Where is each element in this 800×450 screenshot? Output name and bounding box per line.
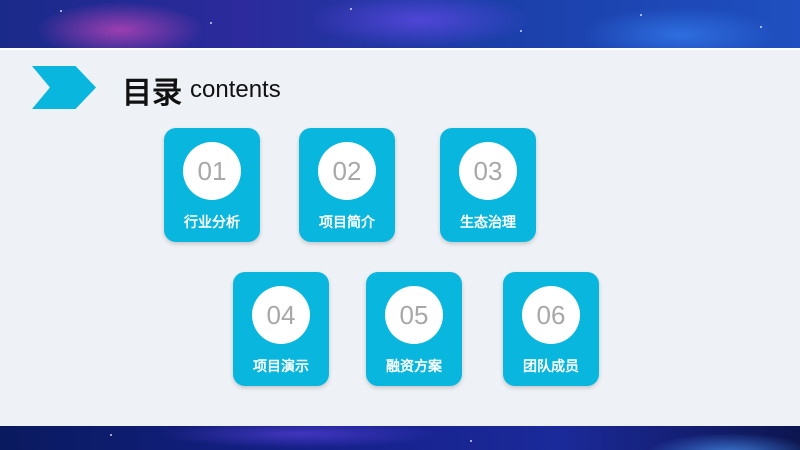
toc-card-06[interactable]: 06 团队成员: [503, 272, 599, 386]
star-decoration: [350, 8, 352, 10]
star-decoration: [760, 26, 762, 28]
toc-number: 06: [522, 286, 580, 344]
toc-number: 05: [385, 286, 443, 344]
toc-number: 02: [318, 142, 376, 200]
star-decoration: [110, 434, 112, 436]
toc-label: 项目简介: [319, 215, 375, 231]
toc-card-04[interactable]: 04 项目演示: [233, 272, 329, 386]
toc-label: 生态治理: [460, 215, 516, 231]
star-decoration: [520, 30, 522, 32]
toc-number: 04: [252, 286, 310, 344]
toc-label: 团队成员: [523, 359, 579, 375]
space-banner-top: [0, 0, 800, 48]
star-decoration: [210, 22, 212, 24]
toc-label: 行业分析: [184, 215, 240, 231]
toc-card-02[interactable]: 02 项目简介: [299, 128, 395, 242]
toc-card-03[interactable]: 03 生态治理: [440, 128, 536, 242]
space-banner-bottom: [0, 424, 800, 450]
toc-card-01[interactable]: 01 行业分析: [164, 128, 260, 242]
star-decoration: [60, 10, 62, 12]
toc-number: 03: [459, 142, 517, 200]
toc-card-05[interactable]: 05 融资方案: [366, 272, 462, 386]
toc-number: 01: [183, 142, 241, 200]
star-decoration: [470, 440, 472, 442]
toc-label: 融资方案: [386, 359, 442, 375]
page-subtitle: contents: [190, 76, 281, 103]
star-decoration: [640, 14, 642, 16]
toc-label: 项目演示: [253, 359, 309, 375]
page-title: 目录: [122, 76, 182, 111]
